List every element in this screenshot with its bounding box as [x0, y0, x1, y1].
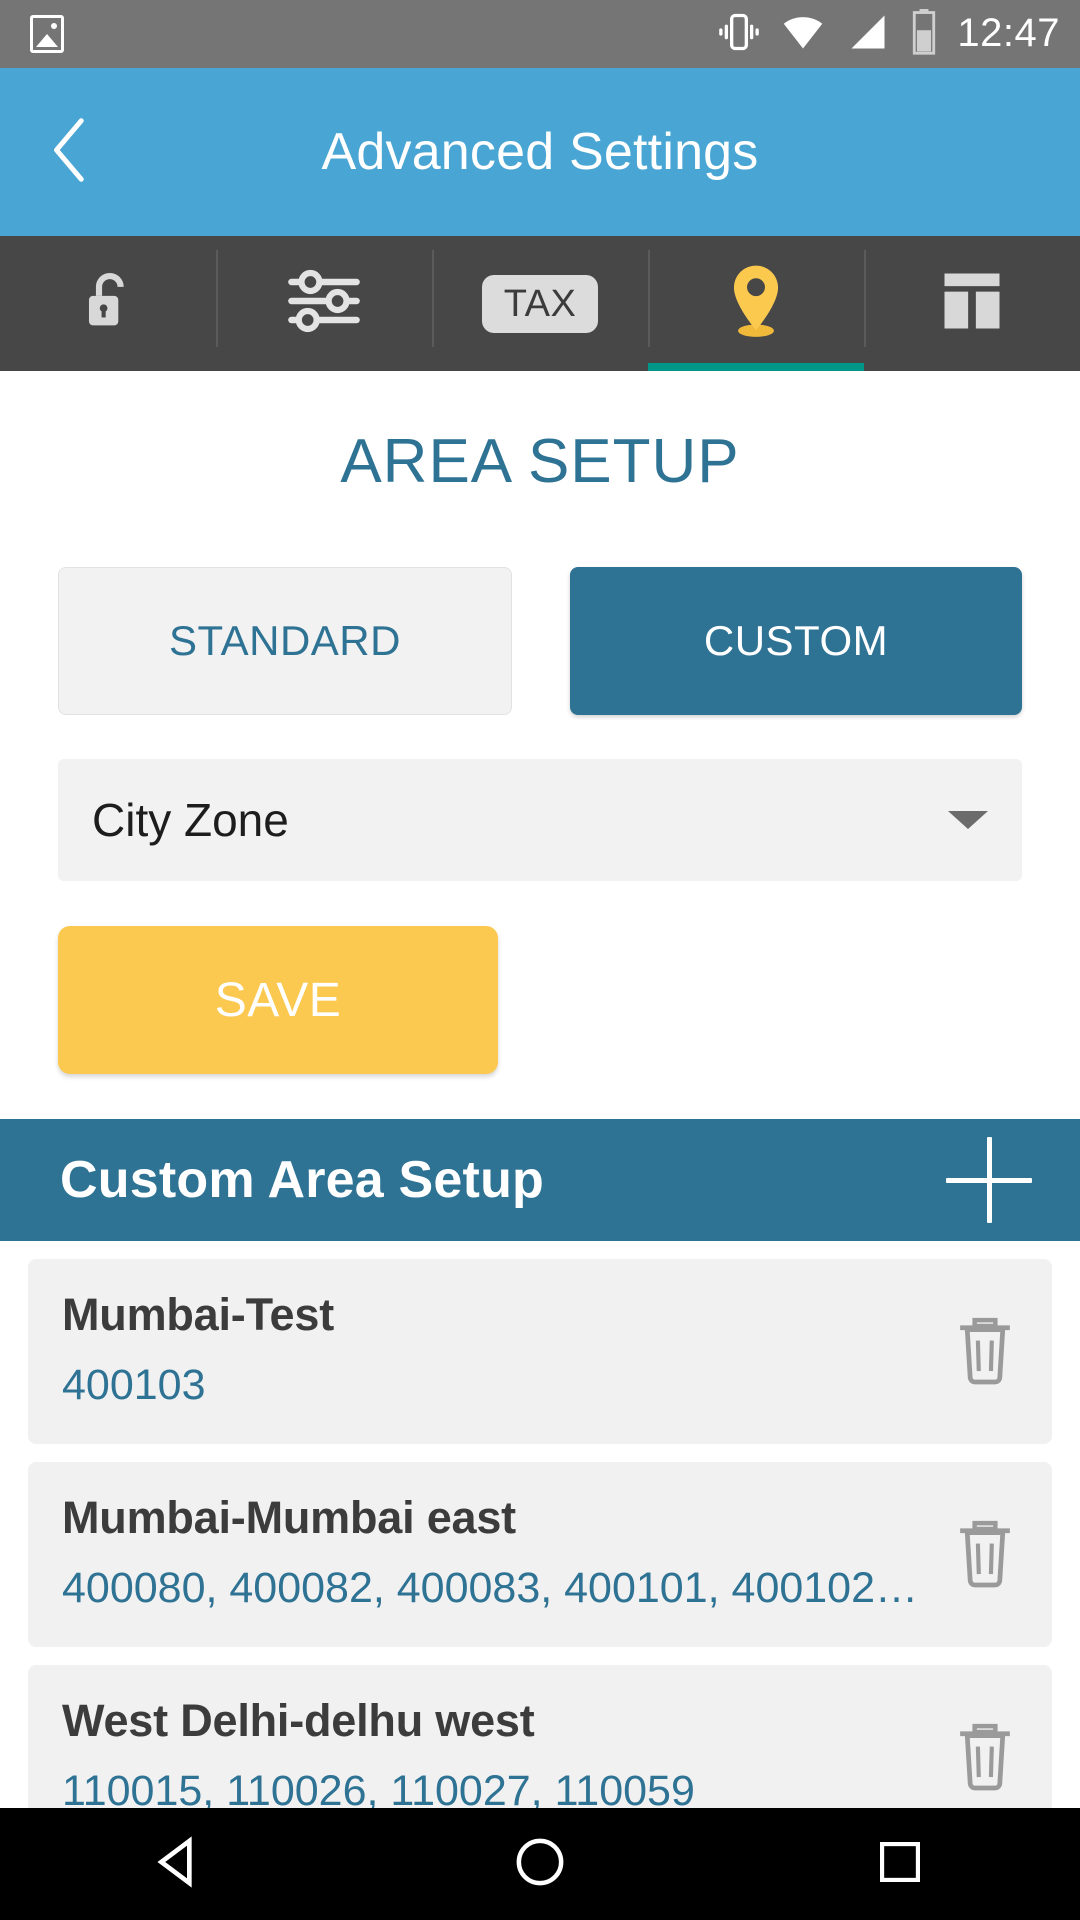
circle-home-icon	[513, 1835, 567, 1894]
status-bar: 12:47	[0, 0, 1080, 68]
list-item-texts: Mumbai-Mumbai east 400080, 400082, 40008…	[62, 1492, 928, 1613]
area-setup-heading: AREA SETUP	[340, 427, 740, 496]
signal-icon	[845, 10, 891, 59]
map-pin-icon	[725, 260, 787, 347]
page-title: Advanced Settings	[321, 123, 759, 181]
trash-icon[interactable]	[952, 1313, 1018, 1387]
tax-chip-label: TAX	[481, 274, 599, 333]
section-title: Custom Area Setup	[60, 1151, 544, 1209]
tab-bar: TAX	[0, 236, 1080, 371]
list-item-texts: West Delhi-delhu west 110015, 110026, 11…	[62, 1695, 928, 1808]
standard-button[interactable]: STANDARD	[58, 567, 512, 715]
chevron-down-icon	[948, 811, 988, 829]
vibrate-icon	[717, 10, 761, 59]
triangle-back-icon	[152, 1834, 208, 1895]
chevron-left-icon	[40, 114, 100, 191]
phone-screen: 12:47 Advanced Settings TAX AREA SETUP S…	[0, 0, 1080, 1920]
save-button[interactable]: SAVE	[58, 926, 498, 1074]
area-name: Mumbai-Mumbai east	[62, 1492, 516, 1543]
tab-tax[interactable]: TAX	[432, 236, 648, 371]
area-pincodes: 110015, 110026, 110027, 110059	[62, 1767, 695, 1808]
tab-security[interactable]	[0, 236, 216, 371]
list-item-texts: Mumbai-Test 400103	[62, 1289, 928, 1410]
dashboard-icon	[939, 268, 1005, 339]
area-list: Mumbai-Test 400103 Mumbai-Mumbai east 40…	[0, 1259, 1080, 1808]
plus-icon[interactable]	[946, 1137, 1032, 1223]
back-button[interactable]	[0, 114, 140, 191]
list-item[interactable]: West Delhi-delhu west 110015, 110026, 11…	[28, 1665, 1052, 1808]
nav-recents-button[interactable]	[720, 1837, 1080, 1892]
list-item[interactable]: Mumbai-Mumbai east 400080, 400082, 40008…	[28, 1462, 1052, 1647]
status-bar-right: 12:47	[717, 8, 1060, 60]
zone-select[interactable]: City Zone	[58, 759, 1022, 881]
image-icon	[30, 15, 64, 53]
list-item[interactable]: Mumbai-Test 400103	[28, 1259, 1052, 1444]
system-navigation-bar	[0, 1808, 1080, 1920]
status-bar-left	[30, 15, 64, 53]
area-name: West Delhi-delhu west	[62, 1695, 535, 1746]
area-pincodes: 400103	[62, 1361, 206, 1409]
unlock-icon	[77, 265, 139, 342]
segmented-control: STANDARD CUSTOM	[0, 567, 1080, 715]
tab-area[interactable]	[648, 236, 864, 371]
trash-icon[interactable]	[952, 1516, 1018, 1590]
area-pincodes: 400080, 400082, 400083, 400101, 400102, …	[62, 1564, 928, 1612]
trash-icon[interactable]	[952, 1719, 1018, 1793]
tab-settings[interactable]	[216, 236, 432, 371]
custom-area-section-header: Custom Area Setup	[0, 1119, 1080, 1241]
tab-layout[interactable]	[864, 236, 1080, 371]
sliders-icon	[286, 267, 362, 340]
nav-home-button[interactable]	[360, 1835, 720, 1894]
app-bar: Advanced Settings	[0, 68, 1080, 236]
zone-select-value: City Zone	[92, 794, 289, 846]
nav-back-button[interactable]	[0, 1834, 360, 1895]
custom-button[interactable]: CUSTOM	[570, 567, 1022, 715]
square-recents-icon	[875, 1837, 925, 1892]
status-bar-clock: 12:47	[957, 10, 1060, 55]
area-name: Mumbai-Test	[62, 1289, 334, 1340]
content-area: AREA SETUP STANDARD CUSTOM City Zone SAV…	[0, 371, 1080, 1808]
wifi-icon	[779, 10, 827, 59]
battery-icon	[909, 8, 939, 60]
